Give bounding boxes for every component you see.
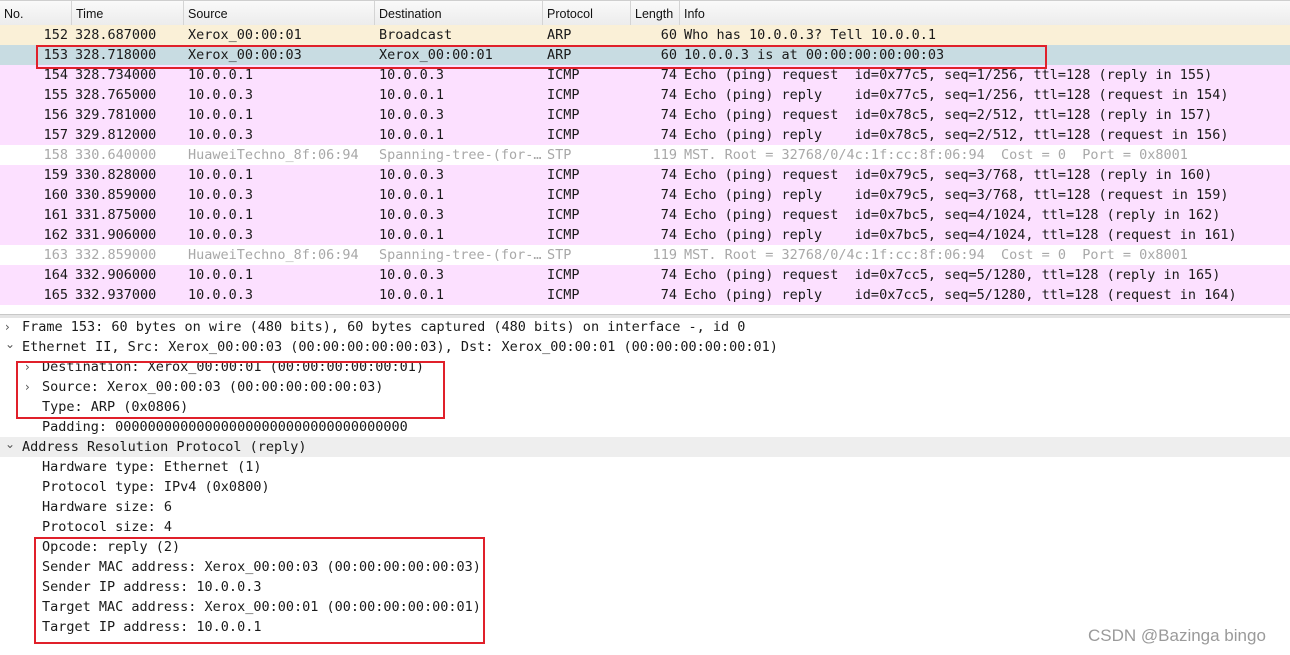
packet-row[interactable]: 160 330.859000 10.0.0.3 10.0.0.1 ICMP 74 Echo …	[0, 185, 1290, 205]
highlight-box-arp-fields	[34, 537, 485, 644]
detail-tree-row[interactable]: ⌄ Ethernet II, Src: Xerox_00:00:03 (00:00…	[0, 337, 1290, 357]
detail-tree-row[interactable]: ⌄ Address Resolution Protocol (reply)	[0, 437, 1290, 457]
packet-info: Echo (ping) request id=0x7bc5, seq=4/102…	[684, 207, 1221, 223]
packet-row[interactable]: 164 332.906000 10.0.0.1 10.0.0.3 ICMP 74 Echo …	[0, 265, 1290, 285]
column-header-protocol[interactable]: Protocol	[543, 1, 631, 25]
highlight-box-ethernet-fields	[16, 361, 445, 419]
detail-field-text: Padding: 0000000000000000000000000000000…	[42, 419, 408, 435]
column-header-time[interactable]: Time	[72, 1, 184, 25]
packet-row[interactable]: 165 332.937000 10.0.0.3 10.0.0.1 ICMP 74 Echo …	[0, 285, 1290, 305]
column-header-no[interactable]: No.	[0, 1, 72, 25]
detail-tree-row[interactable]: › Frame 153: 60 bytes on wire (480 bits),…	[0, 317, 1290, 337]
packet-row[interactable]: 156 329.781000 10.0.0.1 10.0.0.3 ICMP 74 Echo …	[0, 105, 1290, 125]
collapse-arrow-icon[interactable]: ⌄	[5, 334, 17, 354]
packet-length: 119	[652, 147, 677, 163]
detail-tree-row[interactable]: Padding: 0000000000000000000000000000000…	[0, 417, 1290, 437]
packet-length: 60	[660, 27, 677, 43]
packet-info: Echo (ping) request id=0x79c5, seq=3/768…	[684, 167, 1213, 183]
packet-row[interactable]: 158 330.640000 HuaweiTechno_8f:06:94 Spanni…	[0, 145, 1290, 165]
packet-info: Echo (ping) reply id=0x78c5, seq=2/512, …	[684, 127, 1229, 143]
detail-field-text: Hardware type: Ethernet (1)	[42, 459, 262, 475]
column-header-row: No. Time Source Destination Protocol Len…	[0, 0, 1290, 26]
column-header-length[interactable]: Length	[631, 1, 680, 25]
collapse-arrow-icon[interactable]: ⌄	[5, 434, 17, 454]
packet-row[interactable]: 163 332.859000 HuaweiTechno_8f:06:94 Spanni…	[0, 245, 1290, 265]
watermark: CSDN @Bazinga bingo	[1088, 626, 1266, 645]
column-header-info[interactable]: Info	[680, 1, 1290, 25]
packet-length: 74	[660, 207, 677, 223]
packet-row[interactable]: 157 329.812000 10.0.0.3 10.0.0.1 ICMP 74 Echo …	[0, 125, 1290, 145]
packet-row[interactable]: 161 331.875000 10.0.0.1 10.0.0.3 ICMP 74 Echo …	[0, 205, 1290, 225]
packet-info: Echo (ping) reply id=0x7bc5, seq=4/1024,…	[684, 227, 1237, 243]
packet-info: Echo (ping) request id=0x7cc5, seq=5/128…	[684, 267, 1221, 283]
detail-tree-row[interactable]: Hardware size: 6	[0, 497, 1290, 517]
packet-length: 74	[660, 187, 677, 203]
packet-row[interactable]: 162 331.906000 10.0.0.3 10.0.0.1 ICMP 74 Echo …	[0, 225, 1290, 245]
detail-tree-row[interactable]: Hardware type: Ethernet (1)	[0, 457, 1290, 477]
detail-field-text: Protocol type: IPv4 (0x0800)	[42, 479, 270, 495]
packet-length: 74	[660, 127, 677, 143]
packet-info: MST. Root = 32768/0/4c:1f:cc:8f:06:94 Co…	[684, 247, 1188, 263]
packet-info: Echo (ping) request id=0x78c5, seq=2/512…	[684, 107, 1213, 123]
packet-length: 74	[660, 287, 677, 303]
packet-row[interactable]: 155 328.765000 10.0.0.3 10.0.0.1 ICMP 74 Echo …	[0, 85, 1290, 105]
packet-info: Echo (ping) reply id=0x77c5, seq=1/256, …	[684, 87, 1229, 103]
column-header-source[interactable]: Source	[184, 1, 375, 25]
detail-tree-row[interactable]: Protocol size: 4	[0, 517, 1290, 537]
packet-length: 74	[660, 107, 677, 123]
packet-row[interactable]: 159 330.828000 10.0.0.1 10.0.0.3 ICMP 74 Echo …	[0, 165, 1290, 185]
detail-field-text: Ethernet II, Src: Xerox_00:00:03 (00:00:…	[22, 339, 778, 355]
packet-info: MST. Root = 32768/0/4c:1f:cc:8f:06:94 Co…	[684, 147, 1188, 163]
column-header-destination[interactable]: Destination	[375, 1, 543, 25]
packet-length: 74	[660, 167, 677, 183]
detail-field-text: Frame 153: 60 bytes on wire (480 bits), …	[22, 319, 746, 335]
detail-field-text: Protocol size: 4	[42, 519, 173, 535]
detail-field-text: Hardware size: 6	[42, 499, 173, 515]
packet-length: 119	[652, 247, 677, 263]
packet-row[interactable]: 152 328.687000 Xerox_00:00:01 Broadcast ARP 6…	[0, 25, 1290, 45]
detail-field-text: Address Resolution Protocol (reply)	[22, 439, 307, 455]
packet-length: 74	[660, 267, 677, 283]
packet-length: 74	[660, 87, 677, 103]
packet-length: 74	[660, 227, 677, 243]
packet-info: Echo (ping) reply id=0x7cc5, seq=5/1280,…	[684, 287, 1237, 303]
packet-info: Echo (ping) reply id=0x79c5, seq=3/768, …	[684, 187, 1229, 203]
packet-info: Who has 10.0.0.3? Tell 10.0.0.1	[684, 27, 936, 43]
highlight-box-selected-packet	[36, 45, 1047, 69]
detail-tree-row[interactable]: Protocol type: IPv4 (0x0800)	[0, 477, 1290, 497]
